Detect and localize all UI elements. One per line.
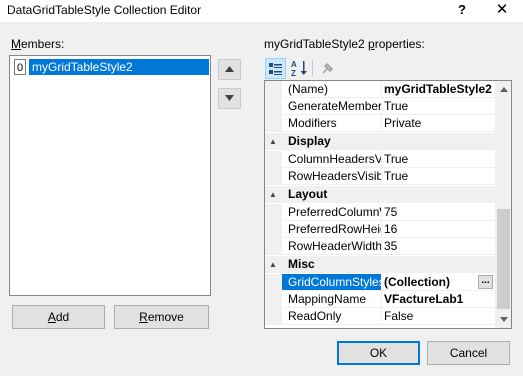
cancel-button[interactable]: Cancel: [427, 341, 510, 365]
collapse-icon[interactable]: ▲: [269, 256, 281, 273]
row-gutter: [265, 115, 282, 132]
property-name: RowHeaderWidth: [282, 238, 382, 255]
property-grid[interactable]: (Name) myGridTableStyle2 GenerateMember …: [264, 80, 512, 329]
property-row-modifiers[interactable]: Modifiers Private: [265, 115, 495, 132]
window-title: DataGridTableStyle Collection Editor: [7, 3, 202, 17]
collapse-icon[interactable]: ▲: [269, 133, 281, 150]
category-layout[interactable]: ▲ Layout: [265, 186, 495, 203]
scroll-up-icon[interactable]: [495, 81, 511, 98]
category-label: Layout: [288, 187, 328, 201]
help-button[interactable]: ?: [448, 0, 476, 20]
collapse-icon[interactable]: ▲: [269, 186, 281, 203]
category-label: Display: [288, 134, 331, 148]
list-item[interactable]: 0 myGridTableStyle2: [12, 59, 209, 75]
alphabetical-icon: A Z: [291, 60, 307, 78]
row-gutter: [265, 274, 282, 291]
down-arrow-icon: [225, 95, 234, 101]
up-arrow-icon: [225, 66, 234, 72]
scrollbar-thumb[interactable]: [497, 209, 510, 309]
row-gutter: [265, 238, 282, 255]
move-down-button[interactable]: [218, 88, 241, 109]
property-name: PreferredRowHeight: [282, 221, 382, 238]
members-label: Members:: [11, 37, 65, 51]
row-gutter: [265, 81, 282, 98]
property-value[interactable]: myGridTableStyle2: [382, 81, 495, 98]
row-gutter: [265, 308, 282, 325]
property-value[interactable]: False: [382, 308, 495, 325]
property-value[interactable]: VFactureLab1: [382, 291, 495, 308]
ellipsis-button[interactable]: ...: [478, 275, 493, 289]
category-display[interactable]: ▲ Display: [265, 133, 495, 150]
property-toolbar: A Z: [264, 57, 513, 79]
alphabetical-button[interactable]: A Z: [289, 58, 310, 79]
property-name: GridColumnStyles: [282, 274, 382, 291]
property-value[interactable]: True: [382, 151, 495, 168]
property-row-columnheadersvisible[interactable]: ColumnHeadersVisible True: [265, 151, 495, 168]
row-gutter: [265, 98, 282, 115]
property-name: ReadOnly: [282, 308, 382, 325]
property-row-mappingname[interactable]: MappingName VFactureLab1: [265, 291, 495, 308]
property-value[interactable]: Private: [382, 115, 495, 132]
property-name: PreferredColumnWidth: [282, 204, 382, 221]
property-name: MappingName: [282, 291, 382, 308]
property-row-preferredcolumnwidth[interactable]: PreferredColumnWidth 75: [265, 204, 495, 221]
property-value[interactable]: 75: [382, 204, 495, 221]
svg-text:Z: Z: [291, 69, 296, 78]
move-up-button[interactable]: [218, 59, 241, 80]
row-gutter: [265, 291, 282, 308]
vertical-scrollbar[interactable]: [495, 81, 511, 328]
category-misc[interactable]: ▲ Misc: [265, 256, 495, 273]
property-value[interactable]: (Collection) ...: [382, 274, 495, 291]
property-pages-icon: [322, 62, 334, 74]
properties-label: myGridTableStyle2 properties:: [264, 37, 425, 51]
svg-text:A: A: [291, 60, 297, 69]
property-row-rowheaderwidth[interactable]: RowHeaderWidth 35: [265, 238, 495, 255]
property-value[interactable]: 16: [382, 221, 495, 238]
row-gutter: [265, 151, 282, 168]
toolbar-separator: [312, 60, 313, 76]
property-name: Modifiers: [282, 115, 382, 132]
property-value[interactable]: True: [382, 98, 495, 115]
title-bar: DataGridTableStyle Collection Editor ? ✕: [0, 0, 523, 22]
add-button[interactable]: Add: [12, 305, 105, 329]
members-list[interactable]: 0 myGridTableStyle2: [9, 55, 211, 296]
row-gutter: [265, 204, 282, 221]
remove-button[interactable]: Remove: [114, 305, 209, 329]
categorized-button[interactable]: [265, 58, 286, 79]
property-pages-button[interactable]: [317, 58, 338, 79]
property-row-gridcolumnstyles[interactable]: GridColumnStyles (Collection) ...: [265, 274, 495, 291]
property-name: RowHeadersVisible: [282, 168, 382, 185]
row-gutter: [265, 221, 282, 238]
member-name[interactable]: myGridTableStyle2: [29, 59, 209, 75]
property-name: ColumnHeadersVisible: [282, 151, 382, 168]
property-row-preferredrowheight[interactable]: PreferredRowHeight 16: [265, 221, 495, 238]
property-value[interactable]: 35: [382, 238, 495, 255]
categorized-icon: [269, 63, 282, 75]
property-value[interactable]: True: [382, 168, 495, 185]
member-index: 0: [14, 59, 26, 75]
row-gutter: [265, 168, 282, 185]
property-row-name[interactable]: (Name) myGridTableStyle2: [265, 81, 495, 98]
property-value-text: (Collection): [384, 275, 450, 289]
scroll-down-icon[interactable]: [495, 311, 511, 328]
property-row-generatemember[interactable]: GenerateMember True: [265, 98, 495, 115]
property-row-readonly[interactable]: ReadOnly False: [265, 308, 495, 325]
property-name: (Name): [282, 81, 382, 98]
category-label: Misc: [288, 257, 315, 271]
property-row-rowheadersvisible[interactable]: RowHeadersVisible True: [265, 168, 495, 185]
property-name: GenerateMember: [282, 98, 382, 115]
close-button[interactable]: ✕: [488, 0, 516, 20]
ok-button[interactable]: OK: [337, 341, 420, 365]
